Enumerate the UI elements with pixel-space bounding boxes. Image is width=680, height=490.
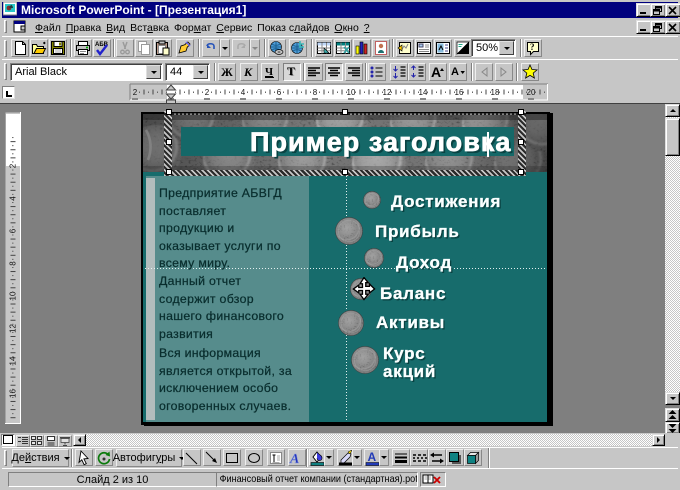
svg-text:10: 10 xyxy=(347,88,356,97)
svg-text:A: A xyxy=(289,452,299,466)
svg-text:12: 12 xyxy=(9,324,18,333)
svg-text:14: 14 xyxy=(419,88,428,97)
svg-text:8: 8 xyxy=(313,88,318,97)
svg-text:14: 14 xyxy=(9,356,18,365)
svg-text:2: 2 xyxy=(9,163,18,168)
svg-text:A: A xyxy=(368,450,377,464)
svg-text:Т: Т xyxy=(287,64,295,78)
svg-text:20: 20 xyxy=(527,88,536,97)
svg-text:К: К xyxy=(243,65,253,79)
svg-text:?: ? xyxy=(530,42,535,52)
svg-text:6: 6 xyxy=(9,228,18,233)
svg-text:16: 16 xyxy=(9,389,18,398)
svg-text:A: A xyxy=(451,66,459,78)
svg-text:10: 10 xyxy=(9,291,18,300)
svg-text:A: A xyxy=(431,64,441,80)
svg-text:8: 8 xyxy=(9,261,18,266)
svg-text:18: 18 xyxy=(491,88,500,97)
svg-text:2: 2 xyxy=(205,88,210,97)
svg-text:Ч: Ч xyxy=(265,66,273,78)
svg-text:4: 4 xyxy=(241,88,246,97)
svg-text:16: 16 xyxy=(455,88,464,97)
svg-text:12: 12 xyxy=(383,88,392,97)
svg-text:Ж: Ж xyxy=(221,65,233,79)
svg-text:4: 4 xyxy=(9,196,18,201)
svg-text:2: 2 xyxy=(133,88,138,97)
svg-text:6: 6 xyxy=(277,88,282,97)
